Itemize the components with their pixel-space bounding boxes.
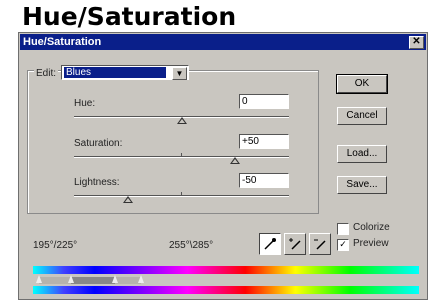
eyedropper-plus-icon bbox=[289, 238, 301, 250]
lightness-slider-thumb[interactable] bbox=[122, 196, 133, 203]
page-heading: Hue/Saturation bbox=[22, 2, 237, 31]
saturation-slider-thumb[interactable] bbox=[230, 157, 241, 164]
range-handle-outer-left[interactable] bbox=[36, 275, 42, 283]
preview-checkbox[interactable]: ✓ bbox=[337, 239, 349, 251]
lightness-input[interactable]: -50 bbox=[239, 173, 289, 188]
load-button[interactable]: Load... bbox=[337, 145, 387, 163]
ok-button[interactable]: OK bbox=[336, 74, 388, 94]
range-handle-inner-left[interactable] bbox=[68, 275, 74, 283]
saturation-label: Saturation: bbox=[74, 138, 123, 149]
eyedropper-minus-icon bbox=[314, 239, 326, 250]
colorize-checkbox[interactable] bbox=[337, 223, 349, 235]
edit-label: Edit: bbox=[34, 68, 59, 79]
close-icon: ✕ bbox=[412, 36, 421, 47]
dialog-titlebar[interactable]: Hue/Saturation ✕ bbox=[20, 34, 426, 50]
range-handle-outer-right[interactable] bbox=[138, 275, 144, 283]
range-right-readout: 255°\285° bbox=[169, 240, 214, 251]
input-color-ramp bbox=[33, 266, 419, 274]
output-color-ramp bbox=[33, 286, 419, 294]
edit-select-value: Blues bbox=[64, 67, 166, 78]
preview-label: Preview bbox=[353, 238, 389, 249]
color-range-core[interactable] bbox=[71, 277, 115, 284]
dialog-title: Hue/Saturation bbox=[23, 36, 102, 48]
saturation-slider-track[interactable] bbox=[74, 156, 289, 158]
hue-slider-thumb[interactable] bbox=[176, 117, 187, 124]
saturation-input[interactable]: +50 bbox=[239, 134, 289, 149]
lightness-slider-track[interactable] bbox=[74, 195, 289, 197]
hue-label: Hue: bbox=[74, 98, 96, 109]
lightness-center-tick bbox=[181, 192, 182, 195]
close-button[interactable]: ✕ bbox=[409, 36, 424, 49]
saturation-center-tick bbox=[181, 153, 182, 156]
hue-input[interactable]: 0 bbox=[239, 94, 289, 109]
eyedropper-button[interactable] bbox=[259, 233, 281, 255]
range-left-readout: 195°/225° bbox=[33, 240, 78, 251]
edit-select[interactable]: Blues ▼ bbox=[61, 65, 189, 80]
cancel-button[interactable]: Cancel bbox=[337, 107, 387, 125]
save-button[interactable]: Save... bbox=[337, 176, 387, 194]
chevron-down-icon[interactable]: ▼ bbox=[172, 67, 187, 80]
lightness-label: Lightness: bbox=[74, 177, 120, 188]
hue-saturation-dialog: Hue/Saturation ✕ Edit: Blues ▼ Hue: 0 Sa… bbox=[18, 32, 428, 300]
range-handle-inner-right[interactable] bbox=[112, 275, 118, 283]
colorize-label: Colorize bbox=[353, 222, 390, 233]
eyedropper-icon bbox=[264, 238, 276, 250]
add-to-sample-button[interactable] bbox=[284, 233, 306, 255]
subtract-from-sample-button[interactable] bbox=[309, 233, 331, 255]
